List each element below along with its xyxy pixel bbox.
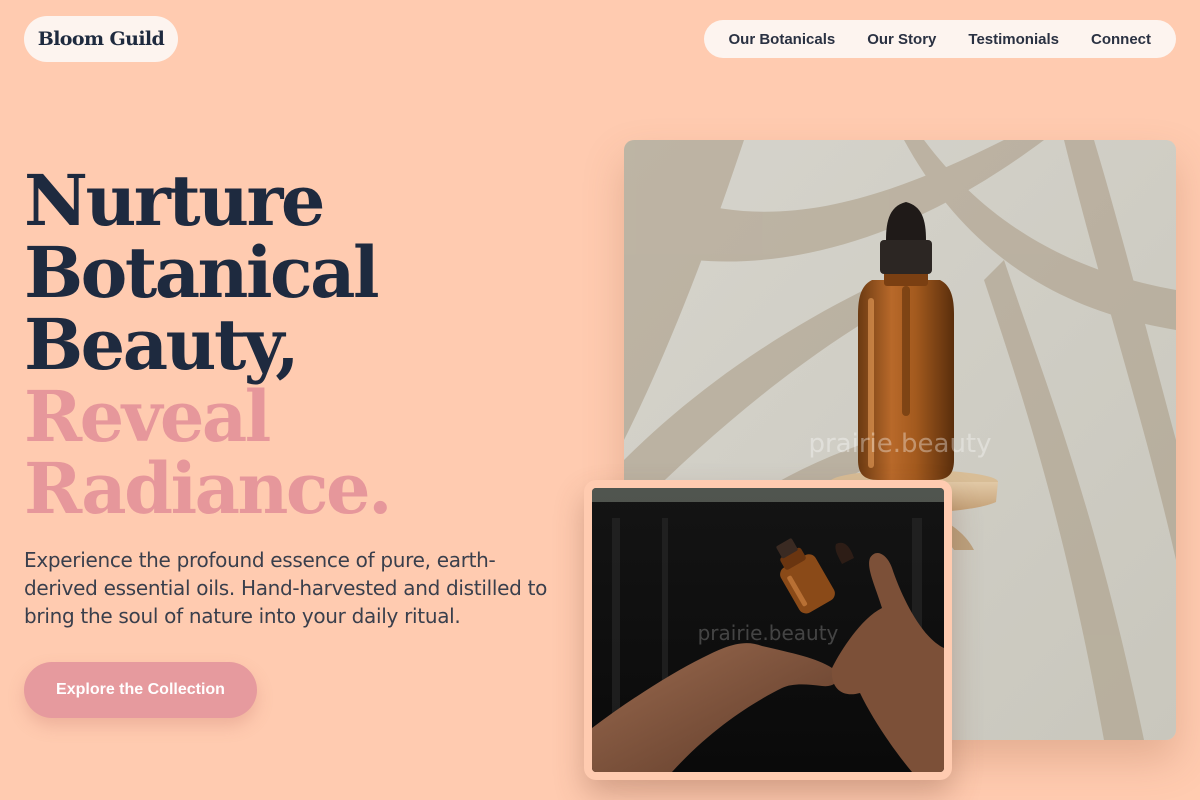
nav-item-our-story[interactable]: Our Story	[867, 31, 936, 48]
hero-description: Experience the profound essence of pure,…	[24, 548, 548, 628]
headline-line-3: Beauty,	[24, 303, 300, 386]
explore-collection-button[interactable]: Explore the Collection	[24, 662, 257, 718]
secondary-image-watermark: prairie.beauty	[698, 621, 839, 645]
main-nav: Our Botanicals Our Story Testimonials Co…	[703, 20, 1176, 58]
hands-bottle-illustration: prairie.beauty	[592, 488, 944, 772]
nav-item-connect[interactable]: Connect	[1091, 31, 1151, 48]
hands-image: prairie.beauty	[592, 488, 944, 772]
headline-accent-line-2: Radiance.	[24, 447, 392, 530]
hero-headline: Nurture Botanical Beauty, Reveal Radianc…	[24, 159, 392, 530]
headline-line-1: Nurture	[24, 159, 325, 242]
secondary-image-frame: prairie.beauty	[584, 480, 952, 780]
nav-item-testimonials[interactable]: Testimonials	[968, 31, 1059, 48]
main-image-watermark: prairie.beauty	[808, 429, 991, 459]
nav-item-our-botanicals[interactable]: Our Botanicals	[729, 31, 836, 48]
brand-logo[interactable]: Bloom Guild	[24, 16, 178, 62]
headline-line-2: Botanical	[24, 231, 380, 314]
headline-accent-line-1: Reveal	[24, 375, 271, 458]
